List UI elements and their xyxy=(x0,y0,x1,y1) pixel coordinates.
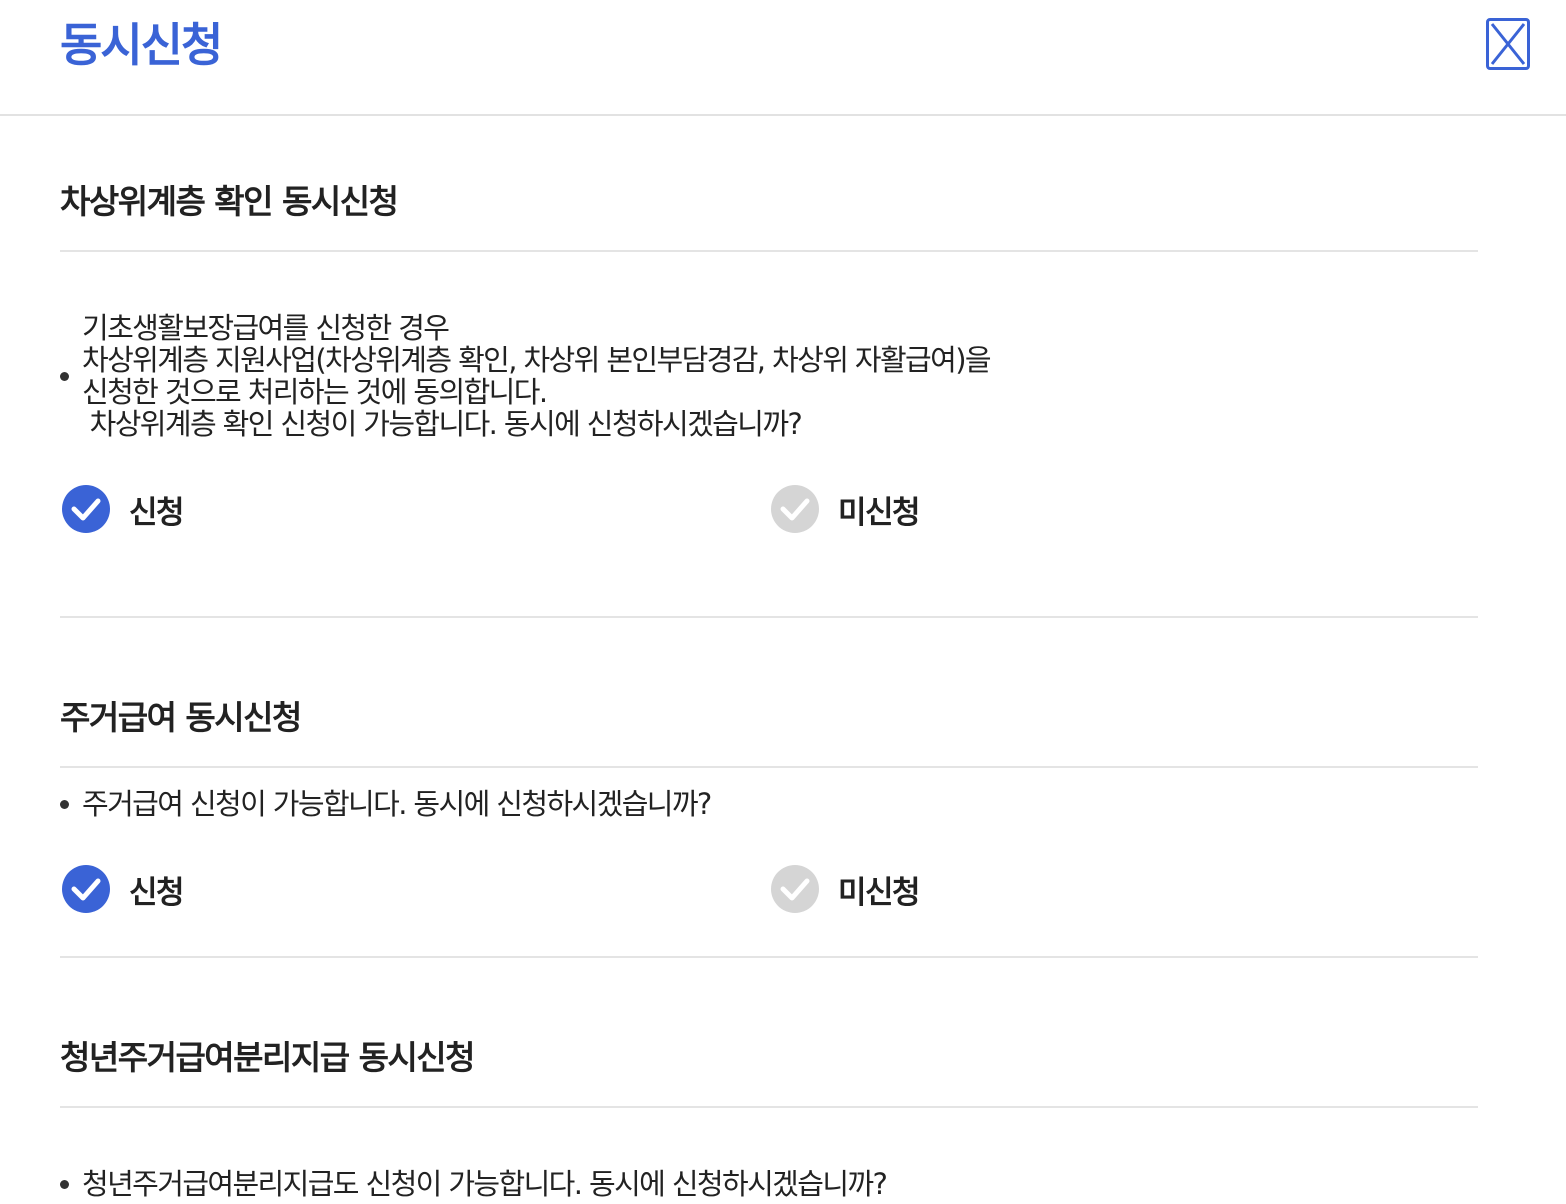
check-circle-icon xyxy=(770,484,820,534)
option-label: 신청 xyxy=(129,874,185,911)
option-label: 신청 xyxy=(129,494,185,531)
modal-header: 동시신청 xyxy=(0,0,1566,116)
check-circle-icon xyxy=(770,864,820,914)
section-divider xyxy=(60,616,1478,618)
section-title-near-poverty: 차상위계층 확인 동시신청 xyxy=(60,182,399,221)
section-description-housing-benefit: 주거급여 신청이 가능합니다. 동시에 신청하시겠습니까? xyxy=(82,787,712,821)
near-poverty-decline-option[interactable]: 미신청 xyxy=(770,484,921,534)
section-description-youth-housing: 청년주거급여분리지급도 신청이 가능합니다. 동시에 신청하시겠습니까? xyxy=(82,1167,888,1201)
bullet-icon xyxy=(60,1180,69,1189)
check-circle-icon xyxy=(61,484,111,534)
housing-benefit-apply-option[interactable]: 신청 xyxy=(61,864,185,914)
option-label: 미신청 xyxy=(838,494,921,531)
section-title-youth-housing: 청년주거급여분리지급 동시신청 xyxy=(60,1038,476,1077)
section-divider xyxy=(60,1106,1478,1108)
close-icon xyxy=(1490,23,1526,65)
housing-benefit-decline-option[interactable]: 미신청 xyxy=(770,864,921,914)
bullet-icon xyxy=(60,372,69,381)
section-divider xyxy=(60,956,1478,958)
near-poverty-apply-option[interactable]: 신청 xyxy=(61,484,185,534)
section-title-housing-benefit: 주거급여 동시신청 xyxy=(60,698,302,737)
check-circle-icon xyxy=(61,864,111,914)
option-label: 미신청 xyxy=(838,874,921,911)
section-divider xyxy=(60,250,1478,252)
section-description-near-poverty: 기초생활보장급여를 신청한 경우 차상위계층 지원사업(차상위계층 확인, 차상… xyxy=(82,311,992,441)
section-divider xyxy=(60,766,1478,768)
modal-title: 동시신청 xyxy=(60,18,223,72)
bullet-icon xyxy=(60,800,69,809)
simultaneous-application-modal: 동시신청 차상위계층 확인 동시신청 기초생활보장급여를 신청한 경우 차상위계… xyxy=(0,0,1566,1204)
close-button[interactable] xyxy=(1486,18,1530,70)
